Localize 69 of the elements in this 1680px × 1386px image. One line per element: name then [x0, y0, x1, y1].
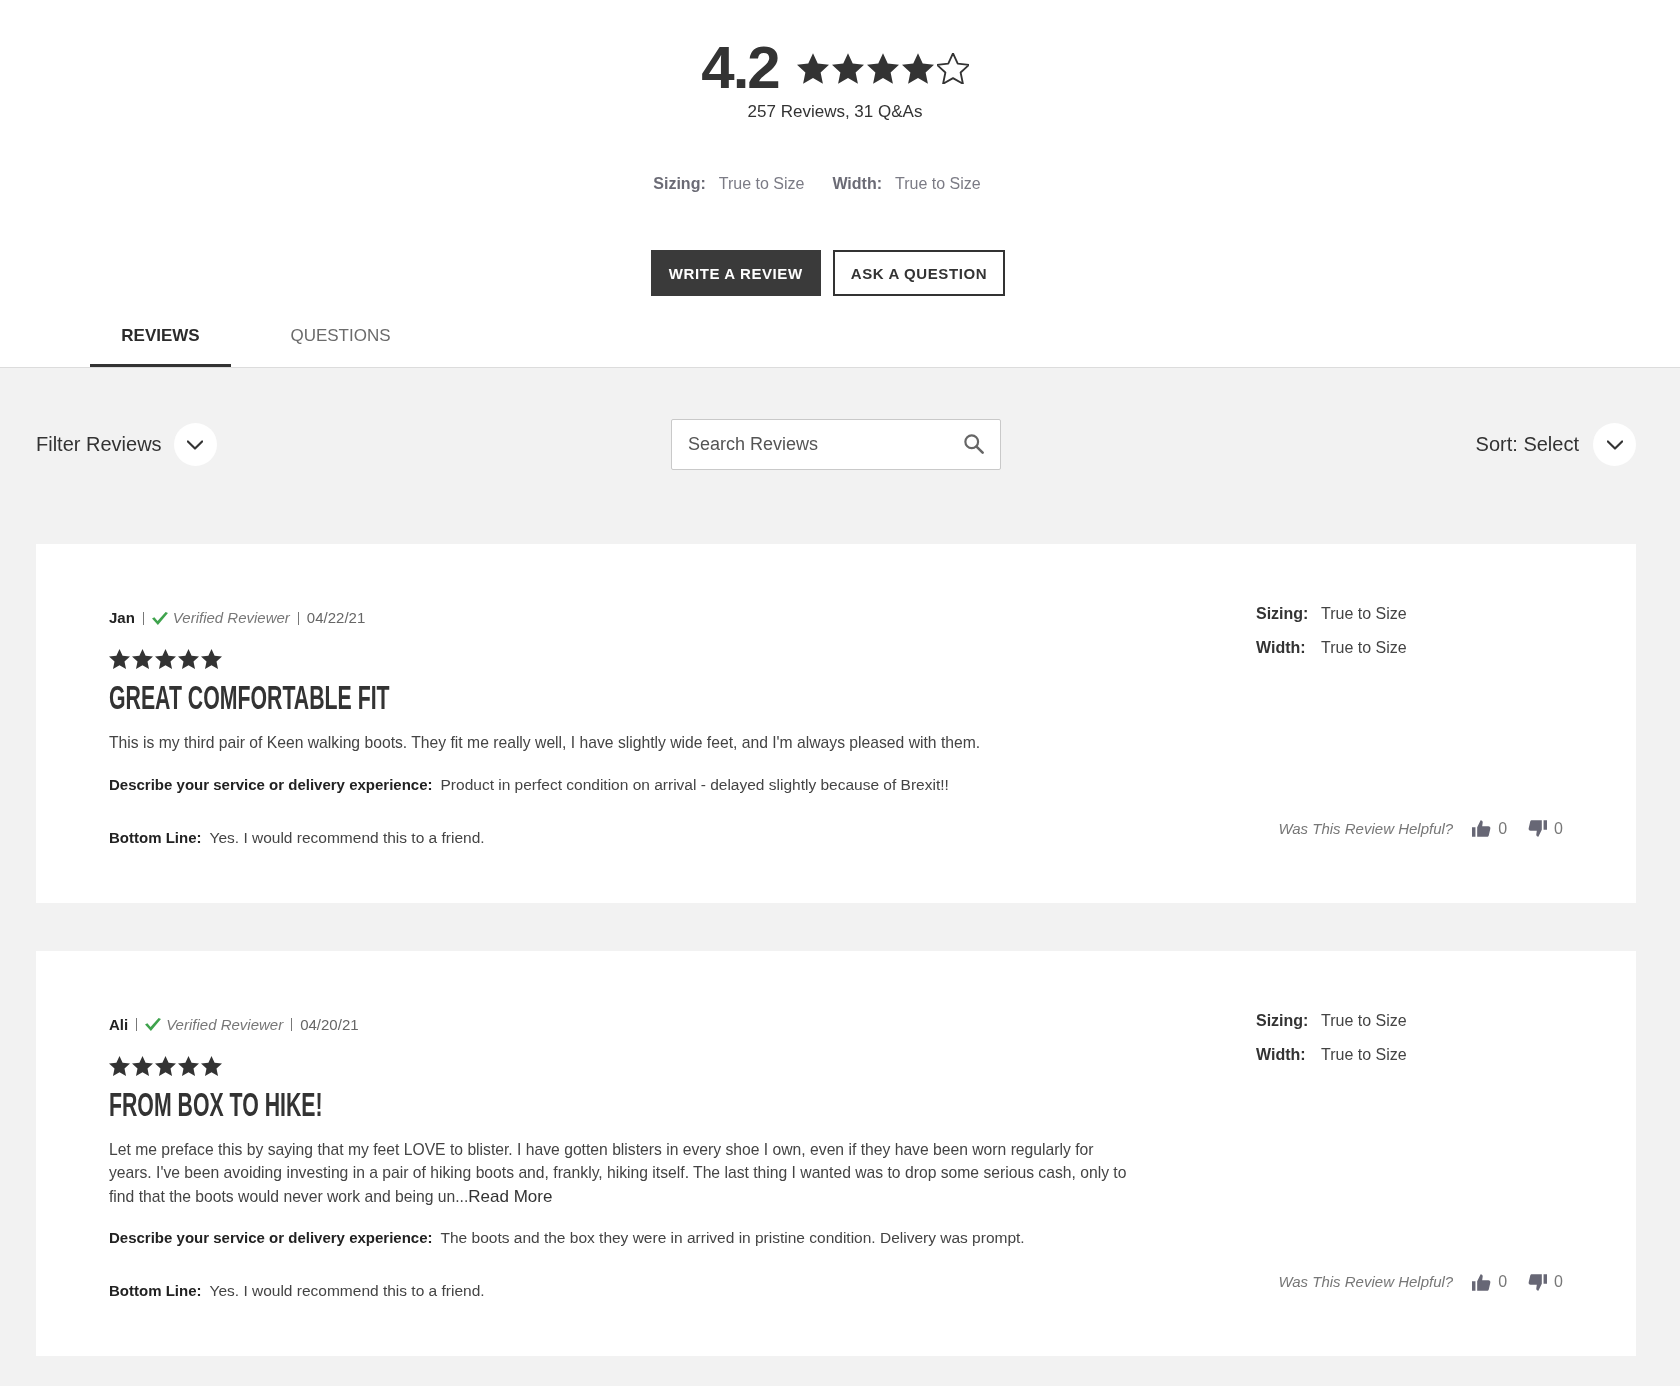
- star-icon: [831, 52, 864, 84]
- fit-label: Sizing:: [1256, 1012, 1308, 1029]
- star-icon: [109, 649, 130, 669]
- review-text: This is my third pair of Keen walking boots. They fit me really well, I have slightly wide feet, and I'm always pleased with them.: [109, 733, 982, 753]
- detail-label: Bottom Line:: [109, 827, 202, 848]
- sort-toggle-button[interactable]: [1593, 423, 1636, 466]
- helpful-yes-button[interactable]: 0: [1472, 819, 1508, 838]
- star-icon: [796, 52, 829, 84]
- chevron-down-icon: [187, 439, 204, 450]
- fit-value: True to Size: [718, 174, 805, 194]
- detail-value: Product in perfect condition on arrival - delayed slightly because of Brexit!!: [440, 774, 949, 795]
- star-icon: [132, 649, 153, 669]
- search-field[interactable]: Search Reviews: [671, 419, 1001, 470]
- detail-value: The boots and the box they were in arrived in pristine condition. Delivery was prompt.: [440, 1228, 1025, 1248]
- thumbs-down-icon: [1528, 820, 1548, 837]
- review-title: GREAT COMFORTABLE FIT: [109, 679, 390, 717]
- helpful-no-button[interactable]: 0: [1528, 1273, 1563, 1291]
- detail-label: Describe your service or delivery experience:: [109, 1228, 433, 1248]
- fit-value: True to Size: [1321, 606, 1407, 622]
- detail-label: Describe your service or delivery experience:: [109, 774, 433, 795]
- star-icon: [178, 1055, 199, 1076]
- chevron-down-icon: [1606, 439, 1623, 450]
- helpful-yes-button[interactable]: 0: [1472, 1273, 1508, 1291]
- review-text: Let me preface this by saying that my feet LOVE to blister. I have gotten blisters in every shoe I own, even if they have been worn regularly for years. I've been avoiding investing in a pair of hiking boots and, frankly, hiking itself. The last thing I wanted was to drop some serious cash, only to find that the boots would never work and being un...Read More: [109, 1139, 1128, 1208]
- thumbs-up-icon: [1472, 820, 1492, 837]
- detail-value: Yes. I would recommend this to a friend.: [209, 827, 485, 848]
- write-review-button[interactable]: WRITE A REVIEW: [650, 250, 821, 296]
- star-icon: [866, 52, 899, 84]
- star-icon: [155, 649, 176, 669]
- fit-label: Sizing:: [653, 174, 706, 194]
- review-title: FROM BOX TO HIKE!: [109, 1085, 323, 1124]
- fit-value: True to Size: [1321, 640, 1407, 656]
- detail-value: Yes. I would recommend this to a friend.: [209, 1281, 485, 1301]
- helpful-prompt: Was This Review Helpful?: [1278, 1272, 1454, 1292]
- read-more-link[interactable]: Read More: [468, 1186, 553, 1206]
- review-count: 257 Reviews, 31 Q&As: [747, 101, 923, 123]
- fit-label: Sizing:: [1256, 606, 1308, 622]
- search-icon: [964, 434, 984, 454]
- helpful-prompt: Was This Review Helpful?: [1278, 818, 1454, 839]
- thumbs-down-icon: [1528, 1273, 1548, 1291]
- reviewer-name: Jan: [109, 608, 135, 628]
- filter-toggle-button[interactable]: [173, 423, 217, 466]
- filter-label[interactable]: Filter Reviews: [36, 433, 162, 456]
- helpful-no-button[interactable]: 0: [1528, 819, 1563, 838]
- tab[interactable]: QUESTIONS: [270, 318, 411, 367]
- star-icon: [155, 1055, 176, 1076]
- verified-label: Verified Reviewer: [166, 1014, 284, 1035]
- ask-question-button[interactable]: ASK A QUESTION: [832, 250, 1006, 296]
- review-date: 04/22/21: [306, 608, 366, 628]
- fit-value: True to Size: [1321, 1012, 1407, 1029]
- fit-value: True to Size: [895, 174, 981, 194]
- fit-value: True to Size: [1321, 1046, 1407, 1063]
- sort-label[interactable]: Sort: Select: [1475, 433, 1579, 456]
- fit-label: Width:: [832, 174, 882, 194]
- verified-label: Verified Reviewer: [172, 608, 290, 628]
- star-icon: [901, 52, 934, 84]
- star-outline-icon: [936, 52, 969, 84]
- thumbs-up-icon: [1472, 1273, 1492, 1291]
- average-rating: 4.2: [701, 40, 779, 96]
- review-date: 04/20/21: [300, 1014, 359, 1035]
- star-icon: [178, 649, 199, 669]
- fit-label: Width:: [1256, 640, 1307, 656]
- star-icon: [132, 1055, 153, 1076]
- reviewer-name: Ali: [109, 1014, 129, 1035]
- detail-label: Bottom Line:: [109, 1281, 202, 1301]
- fit-label: Width:: [1256, 1046, 1307, 1063]
- star-icon: [109, 1055, 130, 1076]
- star-icon: [201, 1055, 222, 1076]
- star-icon: [201, 649, 222, 669]
